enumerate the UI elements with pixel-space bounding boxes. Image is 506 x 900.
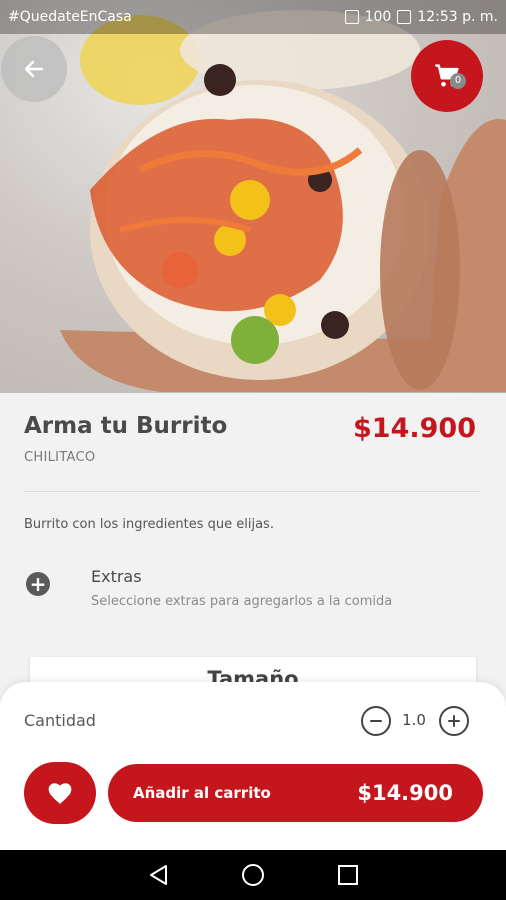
system-navigation-bar [0,850,506,900]
nav-recent-button[interactable] [333,860,363,890]
favorite-button[interactable] [24,762,96,824]
status-bar: #QuedateEnCasa 100 12:53 p. m. [0,0,506,34]
status-hashtag: #QuedateEnCasa [8,9,132,25]
bluetooth-icon [344,10,359,24]
quantity-decrease-button[interactable] [361,706,391,736]
add-to-cart-button[interactable]: Añadir al carrito $14.900 [108,764,483,822]
extras-option[interactable]: + Extras Seleccione extras para agregarl… [26,566,466,618]
battery-level: 100 [364,9,392,25]
minus-circle-icon [370,720,382,722]
add-to-cart-price: $14.900 [357,781,453,805]
extras-subtitle: Seleccione extras para agregarlos a la c… [91,594,393,609]
product-title: Arma tu Burrito [24,413,228,439]
battery-icon [397,10,412,24]
square-recent-icon [338,865,359,885]
quantity-value: 1.0 [402,711,426,729]
status-right: 100 12:53 p. m. [344,9,498,25]
quantity-increase-button[interactable] [439,706,469,736]
nav-home-button[interactable] [238,860,268,890]
cart-count-badge: 0 [450,73,466,89]
back-button[interactable] [1,36,67,102]
restaurant-name: CHILITACO [24,450,96,465]
status-time: 12:53 p. m. [417,9,498,25]
quantity-label: Cantidad [24,711,96,730]
nav-back-button[interactable] [143,860,173,890]
extras-title: Extras [91,567,142,586]
add-to-cart-label: Añadir al carrito [133,784,271,802]
plus-circle-icon [448,715,460,727]
divider [24,491,481,492]
plus-circle-icon: + [26,572,50,596]
cart-button[interactable]: 0 [411,40,483,112]
triangle-back-icon [149,865,167,885]
product-image: #QuedateEnCasa 100 12:53 p. m. 0 [0,0,506,393]
product-description: Burrito con los ingredientes que elijas. [24,517,274,532]
bottom-sheet: Cantidad 1.0 Añadir al carrito $14.900 [0,682,506,850]
arrow-left-icon [24,60,44,78]
product-price: $14.900 [353,413,476,444]
circle-home-icon [241,864,264,886]
heart-icon [48,783,72,804]
